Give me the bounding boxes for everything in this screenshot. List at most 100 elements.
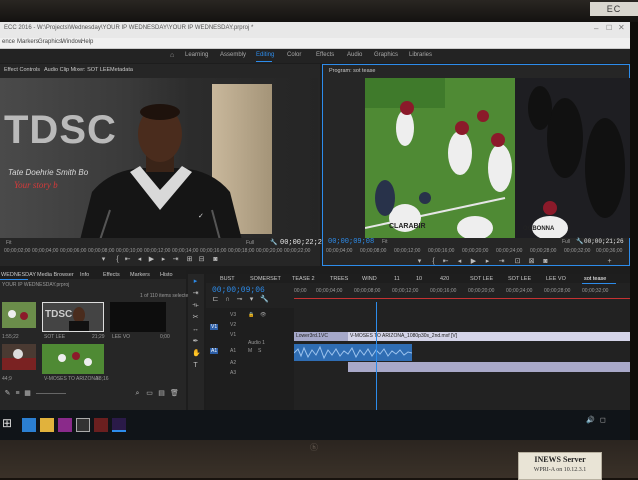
pen-tool-icon[interactable]: ✒	[192, 338, 199, 345]
program-step-forward-icon[interactable]: ▸	[484, 258, 491, 265]
slip-tool-icon[interactable]: ↔	[192, 326, 199, 333]
bin-thumbnail-sot-lee[interactable]: TDSC	[42, 302, 104, 332]
overwrite-icon[interactable]: ⊟	[198, 256, 205, 263]
minimize-icon[interactable]: –	[594, 24, 598, 33]
mark-in-icon[interactable]: ▾	[100, 256, 107, 263]
source-time-ruler[interactable]: 00;00;02;00 00;00;04;00 00;00;06;00 00;0…	[4, 248, 316, 254]
notification-icon[interactable]: ◻	[600, 416, 606, 424]
maximize-icon[interactable]: ☐	[606, 24, 612, 32]
razor-tool-icon[interactable]: ✂	[192, 314, 199, 321]
menu-help[interactable]: Help	[81, 39, 93, 45]
bin-thumbnail-lee-vo[interactable]	[110, 302, 166, 332]
go-to-in-icon[interactable]: ⇤	[124, 256, 131, 263]
timeline-tab-420[interactable]: 420	[440, 276, 449, 282]
tab-effect-controls[interactable]: Effect Controls	[4, 67, 40, 73]
timeline-tab-10[interactable]: 10	[416, 276, 422, 282]
clip-lower3rd[interactable]: Lower3rd.1VC	[294, 332, 348, 341]
app-icon[interactable]	[76, 418, 90, 432]
hand-tool-icon[interactable]: ✋	[192, 350, 201, 357]
workspace-editing[interactable]: Editing	[256, 52, 274, 58]
step-forward-icon[interactable]: ▸	[160, 256, 167, 263]
clip-v-moses[interactable]: V-MOSES TO ARIZONA_1080p30s_2nd.mxf [V]	[348, 332, 630, 341]
source-fit-select[interactable]: Fit	[6, 240, 12, 246]
extract-icon[interactable]: ⊠	[528, 258, 535, 265]
step-back-icon[interactable]: ◂	[136, 256, 143, 263]
program-wrench-icon[interactable]: 🔧	[576, 238, 583, 245]
track-label-a1[interactable]: A1	[230, 348, 236, 354]
delete-icon[interactable]: 🗑	[170, 390, 179, 397]
source-monitor-video[interactable]: TDSC Tate Doehrie Smith Bo Your story b …	[0, 78, 318, 238]
program-go-to-out-icon[interactable]: ⇥	[498, 258, 505, 265]
timeline-ruler[interactable]: 00;00 00;00;04;00 00;00;08;00 00;00;12;0…	[294, 288, 630, 304]
track-label-a2[interactable]: A2	[230, 360, 236, 366]
media-encoder-icon[interactable]	[94, 418, 108, 432]
add-marker-icon[interactable]: ▾	[248, 296, 255, 303]
tab-effects[interactable]: Effects	[103, 272, 120, 278]
workspace-graphics[interactable]: Graphics	[374, 52, 398, 58]
zoom-slider[interactable]	[36, 393, 66, 394]
tab-markers[interactable]: Markers	[130, 272, 150, 278]
workspace-learning[interactable]: Learning	[185, 52, 208, 58]
file-explorer-icon[interactable]	[40, 418, 54, 432]
timeline-playhead-timecode[interactable]: 00;00;09;06	[212, 286, 265, 295]
v1-source-patch[interactable]: V1	[210, 324, 219, 330]
program-play-icon[interactable]: ▶	[470, 258, 477, 265]
timeline-tab-somerset[interactable]: SOMERSET	[250, 276, 281, 282]
close-icon[interactable]: ✕	[618, 23, 625, 32]
tab-metadata[interactable]: Metadata	[110, 67, 133, 73]
tab-project[interactable]: WEDNESDAY	[1, 272, 36, 278]
export-frame-icon[interactable]: ◙	[212, 256, 219, 263]
play-icon[interactable]: ▶	[148, 256, 155, 263]
selection-tool-icon[interactable]: ▸	[192, 278, 199, 285]
work-area-bar[interactable]	[294, 298, 630, 299]
timeline-tab-tease-2[interactable]: TEASE 2	[292, 276, 315, 282]
workspace-color[interactable]: Color	[287, 52, 301, 58]
eye-icon[interactable]: 👁	[260, 312, 266, 318]
find-icon[interactable]: ⌕	[134, 390, 141, 397]
volume-icon[interactable]: 🔊	[586, 416, 595, 424]
timeline-tab-sot-lee[interactable]: SOT LEE	[470, 276, 493, 282]
timeline-tab-bust[interactable]: BUST	[220, 276, 235, 282]
tab-history[interactable]: Histo	[160, 272, 173, 278]
write-protect-icon[interactable]: ✎	[4, 390, 11, 397]
list-view-icon[interactable]: ≡	[14, 390, 21, 397]
track-label-a3[interactable]: A3	[230, 370, 236, 376]
lock-icon[interactable]: 🔒	[248, 312, 254, 318]
onenote-icon[interactable]	[58, 418, 72, 432]
program-title[interactable]: Program: sot tease	[329, 68, 375, 74]
program-mark-in-icon[interactable]: ▾	[416, 258, 423, 265]
premiere-pro-icon[interactable]	[112, 418, 126, 432]
bin-thumbnail-4[interactable]	[2, 344, 36, 370]
timeline-tab-11[interactable]: 11	[394, 276, 400, 282]
source-quality-select[interactable]: Full	[246, 240, 254, 246]
program-playhead-timecode[interactable]: 00;00;09;08	[328, 238, 374, 246]
timeline-tab-trees[interactable]: TREES	[330, 276, 348, 282]
program-monitor-video[interactable]: CLARABIR OGBONNA	[365, 78, 630, 238]
start-button-icon[interactable]: ⊞	[2, 416, 12, 430]
lift-icon[interactable]: ⊡	[514, 258, 521, 265]
timeline-tab-lee-vo[interactable]: LEE VO	[546, 276, 566, 282]
timeline-tab-sot-tease[interactable]: sot tease	[584, 276, 606, 282]
track-label-v2[interactable]: V2	[230, 322, 236, 328]
edge-icon[interactable]	[22, 418, 36, 432]
go-to-out-icon[interactable]: ⇥	[172, 256, 179, 263]
snap-icon[interactable]: ∩	[224, 296, 231, 303]
workspace-audio[interactable]: Audio	[347, 52, 362, 58]
mark-out-icon[interactable]: {	[114, 256, 121, 263]
program-mark-out-icon[interactable]: {	[430, 258, 437, 265]
track-select-tool-icon[interactable]: ⇥	[192, 290, 199, 297]
new-item-icon[interactable]: ▤	[158, 390, 165, 397]
nest-icon[interactable]: ⊏	[212, 296, 219, 303]
program-fit-select[interactable]: Fit	[382, 239, 388, 245]
program-go-to-in-icon[interactable]: ⇤	[442, 258, 449, 265]
workspace-libraries[interactable]: Libraries	[409, 52, 432, 58]
icon-view-icon[interactable]: ▦	[24, 390, 31, 397]
program-step-back-icon[interactable]: ◂	[456, 258, 463, 265]
tab-audio-clip-mixer[interactable]: Audio Clip Mixer: SOT LEE	[44, 67, 110, 73]
insert-icon[interactable]: ⊞	[186, 256, 193, 263]
timeline-playhead[interactable]	[376, 302, 377, 424]
menu-graphics[interactable]: Graphics	[38, 39, 62, 45]
bin-thumbnail-1[interactable]	[2, 302, 36, 328]
menu-sequence[interactable]: ence	[2, 39, 15, 45]
program-add-button-icon[interactable]: +	[606, 258, 613, 265]
